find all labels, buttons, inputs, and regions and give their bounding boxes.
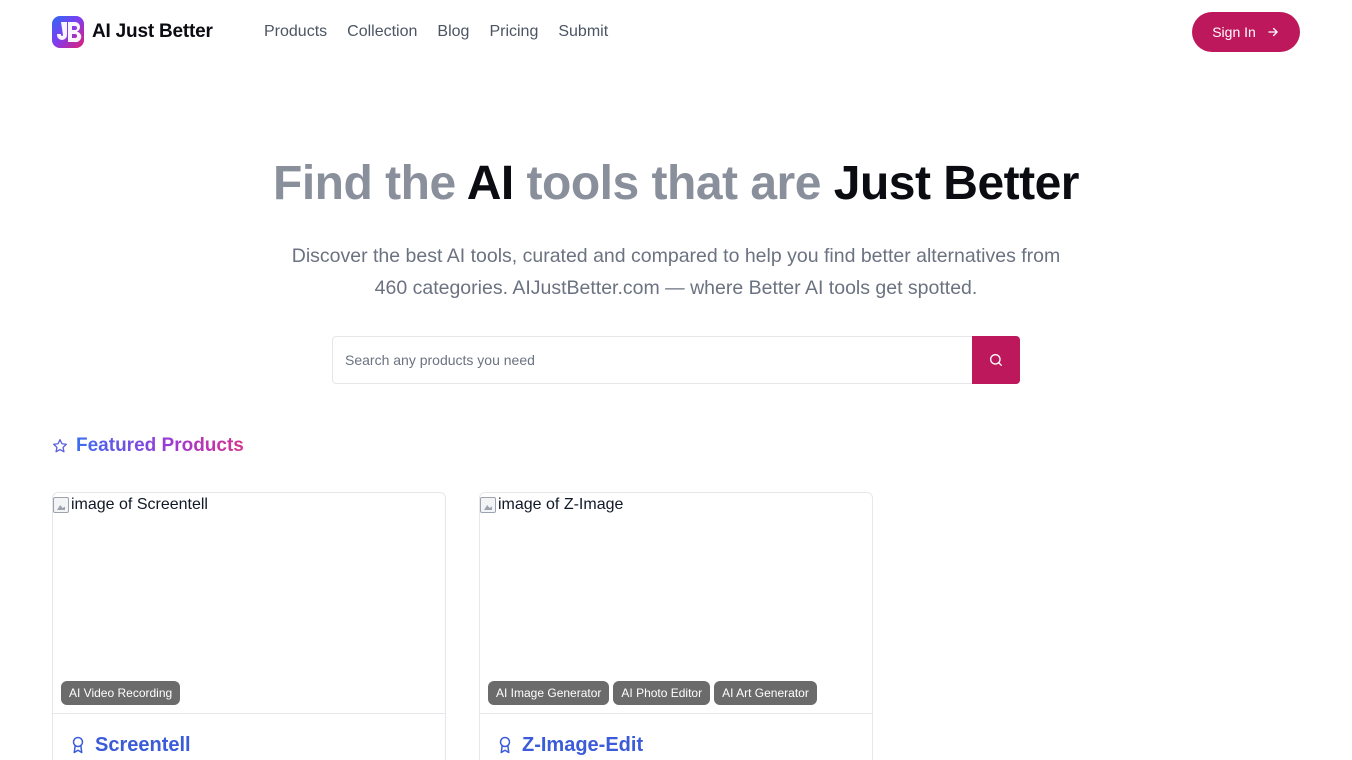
featured-title: Featured Products [76,435,244,456]
search-form [332,336,1020,384]
product-card-body: Z-Image-Edit [480,714,872,757]
featured-section-heading: Featured Products [52,434,244,458]
search-input[interactable] [332,336,972,384]
nav-collection[interactable]: Collection [347,20,417,44]
nav-blog[interactable]: Blog [437,20,469,44]
hero-title-part3: tools that are [513,157,834,210]
nav-submit[interactable]: Submit [558,20,608,44]
product-name[interactable]: Z-Image-Edit [522,733,643,757]
star-icon [53,439,67,453]
brand-logo-icon [52,16,84,48]
sign-in-button[interactable]: Sign In [1192,12,1300,52]
category-tag[interactable]: AI Image Generator [488,681,610,705]
nav-pricing[interactable]: Pricing [489,20,538,44]
award-icon [499,736,511,754]
brand-logo-link[interactable]: AI Just Better [52,16,213,48]
arrow-right-icon [1268,27,1278,37]
brand-name: AI Just Better [92,21,213,42]
image-alt-text: image of Screentell [71,496,208,513]
search-button[interactable] [972,336,1020,384]
broken-image: image of Screentell [53,495,208,515]
search-icon [990,354,1002,366]
hero-title-part1: Find the [273,157,467,210]
hero-title-part4: Just Better [833,157,1080,210]
product-image-area: image of Screentell AI Video Recording [53,493,445,714]
nav-products[interactable]: Products [264,20,327,44]
product-image-area: image of Z-Image AI Image Generator AI P… [480,493,872,714]
image-alt-text: image of Z-Image [498,496,624,513]
tag-list: AI Image Generator AI Photo Editor AI Ar… [488,681,817,705]
broken-image-icon [53,497,69,513]
product-card-screentell[interactable]: image of Screentell AI Video Recording S… [52,492,446,760]
product-card-body: Screentell [53,714,445,757]
sign-in-label: Sign In [1212,24,1256,40]
broken-image-icon [480,497,496,513]
award-icon [72,736,84,754]
category-tag[interactable]: AI Video Recording [61,681,181,705]
hero-subtitle: Discover the best AI tools, curated and … [291,245,1061,299]
category-tag[interactable]: AI Photo Editor [613,681,711,705]
broken-image: image of Z-Image [480,495,623,515]
site-header: AI Just Better Products Collection Blog … [0,0,1352,64]
category-tag[interactable]: AI Art Generator [714,681,817,705]
hero-title: Find the AI tools that are Just Better [0,152,1352,216]
product-card-z-image-edit[interactable]: image of Z-Image AI Image Generator AI P… [479,492,873,760]
main-nav: Products Collection Blog Pricing Submit [264,20,608,44]
hero-title-part2: AI [466,157,515,210]
product-name[interactable]: Screentell [95,733,191,757]
tag-list: AI Video Recording [61,681,181,705]
